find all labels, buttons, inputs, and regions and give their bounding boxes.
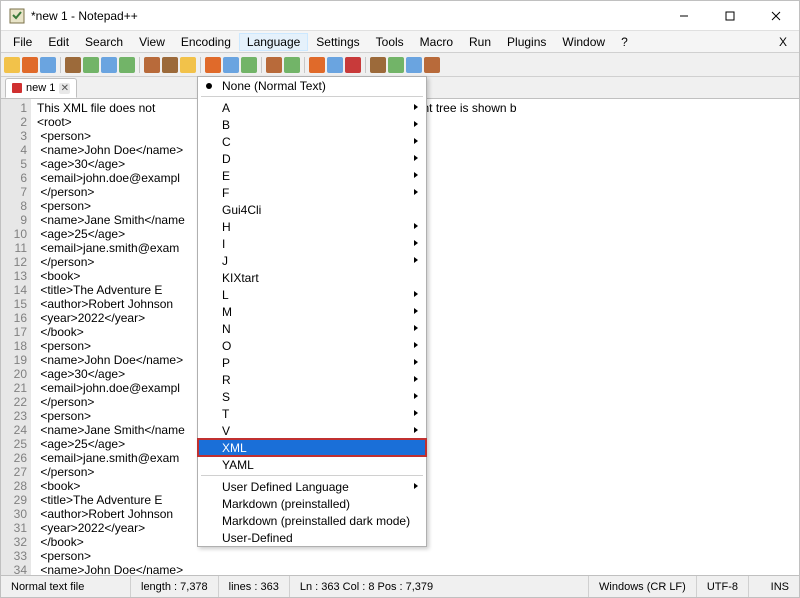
- lang-markdownpreinstalled[interactable]: Markdown (preinstalled): [198, 495, 426, 512]
- toolbar-btn-2[interactable]: [40, 57, 56, 73]
- menubar-x-button[interactable]: X: [771, 33, 795, 51]
- titlebar: *new 1 - Notepad++: [1, 1, 799, 31]
- toolbar-btn-8[interactable]: [162, 57, 178, 73]
- tab-new1[interactable]: new 1 ✕: [5, 78, 77, 98]
- toolbar-btn-11[interactable]: [223, 57, 239, 73]
- menu-encoding[interactable]: Encoding: [173, 33, 239, 51]
- lang-e[interactable]: E: [198, 167, 426, 184]
- menubar: FileEditSearchViewEncodingLanguageSettin…: [1, 31, 799, 53]
- menu-view[interactable]: View: [131, 33, 173, 51]
- toolbar: [1, 53, 799, 77]
- lang-xml[interactable]: XML: [198, 439, 426, 456]
- toolbar-btn-7[interactable]: [144, 57, 160, 73]
- close-button[interactable]: [753, 1, 799, 31]
- lang-markdownpreinstalleddarkmode[interactable]: Markdown (preinstalled dark mode): [198, 512, 426, 529]
- toolbar-btn-14[interactable]: [284, 57, 300, 73]
- toolbar-btn-12[interactable]: [241, 57, 257, 73]
- menu-search[interactable]: Search: [77, 33, 131, 51]
- lang-o[interactable]: O: [198, 337, 426, 354]
- minimize-button[interactable]: [661, 1, 707, 31]
- toolbar-btn-0[interactable]: [4, 57, 20, 73]
- toolbar-btn-20[interactable]: [406, 57, 422, 73]
- lang-s[interactable]: S: [198, 388, 426, 405]
- menu-settings[interactable]: Settings: [308, 33, 367, 51]
- lang-c[interactable]: C: [198, 133, 426, 150]
- toolbar-btn-16[interactable]: [327, 57, 343, 73]
- app-icon: [9, 8, 25, 24]
- toolbar-btn-3[interactable]: [65, 57, 81, 73]
- lang-userdefinedlanguage[interactable]: User Defined Language: [198, 478, 426, 495]
- menu-tools[interactable]: Tools: [368, 33, 412, 51]
- maximize-button[interactable]: [707, 1, 753, 31]
- lang-l[interactable]: L: [198, 286, 426, 303]
- menu-[interactable]: ?: [613, 33, 636, 51]
- toolbar-btn-4[interactable]: [83, 57, 99, 73]
- lang-nonenormaltext[interactable]: None (Normal Text): [198, 77, 426, 94]
- lang-yaml[interactable]: YAML: [198, 456, 426, 473]
- lang-r[interactable]: R: [198, 371, 426, 388]
- status-filetype: Normal text file: [1, 576, 131, 597]
- toolbar-btn-19[interactable]: [388, 57, 404, 73]
- tab-label: new 1: [26, 82, 55, 94]
- status-eol: Windows (CR LF): [589, 576, 697, 597]
- status-lines: lines : 363: [219, 576, 290, 597]
- statusbar: Normal text file length : 7,378 lines : …: [1, 575, 799, 597]
- status-encoding: UTF-8: [697, 576, 749, 597]
- window-title: *new 1 - Notepad++: [31, 9, 661, 23]
- status-position: Ln : 363 Col : 8 Pos : 7,379: [290, 576, 589, 597]
- lang-j[interactable]: J: [198, 252, 426, 269]
- menu-run[interactable]: Run: [461, 33, 499, 51]
- lang-userdefined[interactable]: User-Defined: [198, 529, 426, 546]
- lang-t[interactable]: T: [198, 405, 426, 422]
- toolbar-btn-21[interactable]: [424, 57, 440, 73]
- lang-a[interactable]: A: [198, 99, 426, 116]
- toolbar-btn-13[interactable]: [266, 57, 282, 73]
- status-ins: INS: [749, 576, 799, 597]
- lang-h[interactable]: H: [198, 218, 426, 235]
- menu-file[interactable]: File: [5, 33, 40, 51]
- lang-gui4cli[interactable]: Gui4Cli: [198, 201, 426, 218]
- toolbar-btn-1[interactable]: [22, 57, 38, 73]
- toolbar-btn-15[interactable]: [309, 57, 325, 73]
- toolbar-btn-5[interactable]: [101, 57, 117, 73]
- lang-n[interactable]: N: [198, 320, 426, 337]
- lang-v[interactable]: V: [198, 422, 426, 439]
- menu-macro[interactable]: Macro: [412, 33, 461, 51]
- menu-language[interactable]: Language: [239, 33, 308, 51]
- menu-edit[interactable]: Edit: [40, 33, 77, 51]
- menu-plugins[interactable]: Plugins: [499, 33, 554, 51]
- lang-kixtart[interactable]: KIXtart: [198, 269, 426, 286]
- bullet-icon: [206, 83, 212, 89]
- lang-f[interactable]: F: [198, 184, 426, 201]
- toolbar-btn-17[interactable]: [345, 57, 361, 73]
- toolbar-btn-18[interactable]: [370, 57, 386, 73]
- lang-m[interactable]: M: [198, 303, 426, 320]
- lang-i[interactable]: I: [198, 235, 426, 252]
- status-length: length : 7,378: [131, 576, 219, 597]
- language-menu: None (Normal Text) ABCDEFGui4CliHIJKIXtar…: [197, 76, 427, 547]
- line-gutter: 1234567891011121314151617181920212223242…: [1, 99, 31, 575]
- toolbar-btn-10[interactable]: [205, 57, 221, 73]
- lang-d[interactable]: D: [198, 150, 426, 167]
- toolbar-btn-9[interactable]: [180, 57, 196, 73]
- unsaved-icon: [12, 83, 22, 93]
- lang-p[interactable]: P: [198, 354, 426, 371]
- tab-close-icon[interactable]: ✕: [59, 83, 70, 94]
- menu-window[interactable]: Window: [554, 33, 613, 51]
- lang-b[interactable]: B: [198, 116, 426, 133]
- toolbar-btn-6[interactable]: [119, 57, 135, 73]
